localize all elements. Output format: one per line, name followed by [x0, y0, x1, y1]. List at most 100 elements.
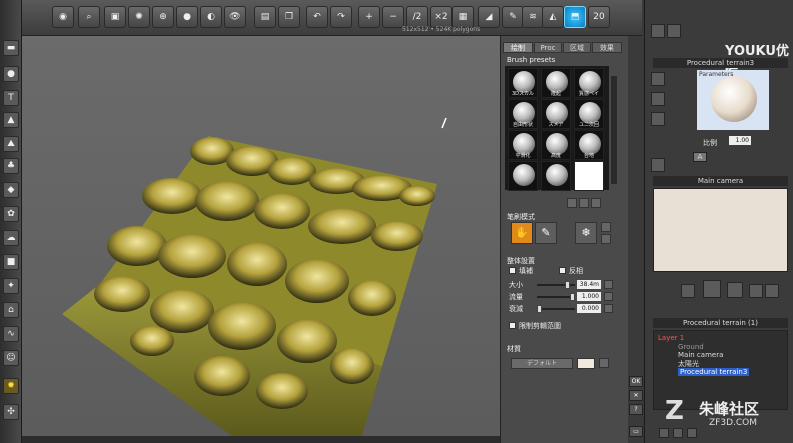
3d-viewport[interactable]	[22, 36, 500, 436]
tree-layer[interactable]: Layer 1	[658, 334, 684, 342]
tree-tool-icon[interactable]: ♣	[3, 158, 19, 174]
preset-delete-icon[interactable]	[591, 198, 601, 208]
preset-smooth[interactable]: 平滑化	[508, 130, 538, 160]
preset-save-icon[interactable]	[567, 198, 577, 208]
preset-3d-sculpt[interactable]: 3Dスカル	[508, 68, 538, 98]
a-dropdown[interactable]: A	[693, 152, 707, 162]
snowflake-icon[interactable]: ❄	[575, 222, 597, 244]
preset-scrollbar[interactable]	[611, 76, 617, 184]
redo-icon[interactable]: ↷	[330, 6, 352, 28]
search-icon[interactable]: ⌕	[78, 6, 100, 28]
light-bulb-icon[interactable]: ✹	[3, 378, 19, 394]
grid-icon[interactable]: ▦	[452, 6, 474, 28]
terrain-tool-icon[interactable]: ▲	[3, 112, 19, 128]
globe-icon[interactable]: ⊕	[152, 6, 174, 28]
material-browse-icon[interactable]	[599, 358, 609, 368]
flow-field[interactable]: 1.000	[577, 292, 601, 301]
plane-tool-icon[interactable]: ▬	[3, 40, 19, 56]
size-field[interactable]: 38.4m	[577, 280, 601, 289]
figure-tool-icon[interactable]: ☺	[3, 350, 19, 366]
mode-option-b-icon[interactable]	[601, 234, 611, 244]
size-stepper[interactable]	[604, 280, 613, 289]
material-default-button[interactable]: デフォルト	[511, 358, 573, 369]
zoom-twenty-button[interactable]: 20	[588, 6, 610, 28]
terrain-editor-active-icon[interactable]: ⬒	[564, 6, 586, 28]
mountain-tool-icon[interactable]: ⛰	[3, 136, 19, 152]
mode-option-a-icon[interactable]	[601, 222, 611, 232]
invert-checkbox[interactable]	[559, 267, 566, 274]
preset-11[interactable]	[541, 161, 571, 191]
material-color-swatch[interactable]	[577, 358, 595, 369]
material-tool-a-icon[interactable]	[651, 72, 665, 86]
sphere-icon[interactable]: ●	[176, 6, 198, 28]
multiply-two-button[interactable]: ×2	[430, 6, 452, 28]
minimize-button[interactable]: ▭	[629, 426, 643, 437]
preset-plateau[interactable]: 台地	[574, 130, 604, 160]
divide-two-button[interactable]: /2	[406, 6, 428, 28]
rock-tool-icon[interactable]: ◆	[3, 182, 19, 198]
panel-option-icon[interactable]	[651, 158, 665, 172]
help-button[interactable]: ?	[629, 404, 643, 415]
falloff-slider[interactable]	[537, 305, 575, 313]
camera-rotate-icon[interactable]	[727, 282, 743, 298]
material-tool-b-icon[interactable]	[651, 92, 665, 106]
fill-checkbox[interactable]	[509, 267, 516, 274]
tree-ground[interactable]: Ground	[678, 343, 704, 351]
plant-tool-icon[interactable]: ✿	[3, 206, 19, 222]
close-button[interactable]: ✕	[629, 390, 643, 401]
preset-smear[interactable]: スメア	[541, 99, 571, 129]
tab-proc[interactable]: Proc	[534, 42, 562, 53]
undo-icon[interactable]: ↶	[306, 6, 328, 28]
preset-uni[interactable]: ユニ次回	[574, 99, 604, 129]
curve-tool-icon[interactable]: ∿	[3, 326, 19, 342]
tab-effect[interactable]: 效果	[592, 42, 622, 53]
tree-tool-c-icon[interactable]	[687, 428, 697, 438]
camera-pan-icon[interactable]	[681, 284, 695, 298]
paint-icon[interactable]: ◭	[542, 6, 564, 28]
cube-tool-icon[interactable]: ■	[3, 254, 19, 270]
copy-icon[interactable]: ❐	[278, 6, 300, 28]
ok-button[interactable]: OK	[629, 376, 643, 387]
cloud-tool-icon[interactable]: ☁	[3, 230, 19, 246]
tree-terrain-selected[interactable]: Procedural terrain3	[678, 368, 750, 376]
tree-tool-b-icon[interactable]	[673, 428, 683, 438]
material-tool-c-icon[interactable]	[651, 112, 665, 126]
brush-icon[interactable]: ✎	[502, 6, 524, 28]
tab-region[interactable]: 区域	[563, 42, 591, 53]
panel-toggle-icon[interactable]	[651, 24, 665, 38]
preset-texture-paint[interactable]: 質感ペイ	[574, 68, 604, 98]
house-tool-icon[interactable]: ⌂	[3, 302, 19, 318]
preset-12[interactable]	[574, 161, 604, 191]
camera-move-icon[interactable]	[703, 280, 721, 298]
sphere-tool-icon[interactable]: ●	[3, 66, 19, 82]
eye-view-icon[interactable]: ◉	[52, 6, 74, 28]
size-slider[interactable]	[537, 281, 575, 289]
preset-10[interactable]	[508, 161, 538, 191]
flow-stepper[interactable]	[604, 292, 613, 301]
tab-paint[interactable]: 绘制	[503, 42, 533, 53]
fan-tool-icon[interactable]: ✣	[3, 404, 19, 420]
preset-load-icon[interactable]	[579, 198, 589, 208]
terrain-render[interactable]	[22, 36, 500, 436]
eye-icon[interactable]: 👁	[224, 6, 246, 28]
camera-link-icon[interactable]	[765, 284, 779, 298]
preset-raise[interactable]: 隆起	[541, 68, 571, 98]
bird-tool-icon[interactable]: ✦	[3, 278, 19, 294]
document-icon[interactable]: ▤	[254, 6, 276, 28]
text-tool-icon[interactable]: T	[3, 90, 19, 106]
light-icon[interactable]: ✺	[128, 6, 150, 28]
limit-range-checkbox[interactable]	[509, 322, 516, 329]
tree-main-camera[interactable]: Main camera	[678, 351, 723, 359]
camera-zoom-icon[interactable]	[749, 284, 763, 298]
panel-expand-icon[interactable]	[667, 24, 681, 38]
zoom-in-icon[interactable]: +	[358, 6, 380, 28]
flow-slider[interactable]	[537, 293, 575, 301]
brush-mode-active-icon[interactable]: ✋	[511, 222, 533, 244]
render-icon[interactable]: ▣	[104, 6, 126, 28]
brush-mode-paint-icon[interactable]: ✎	[535, 222, 557, 244]
preset-height[interactable]: 高度	[541, 130, 571, 160]
falloff-field[interactable]: 0.000	[577, 304, 601, 313]
camera-preview[interactable]	[653, 188, 788, 272]
terrain-edit-icon[interactable]: ◢	[478, 6, 500, 28]
material-icon[interactable]: ◐	[200, 6, 222, 28]
